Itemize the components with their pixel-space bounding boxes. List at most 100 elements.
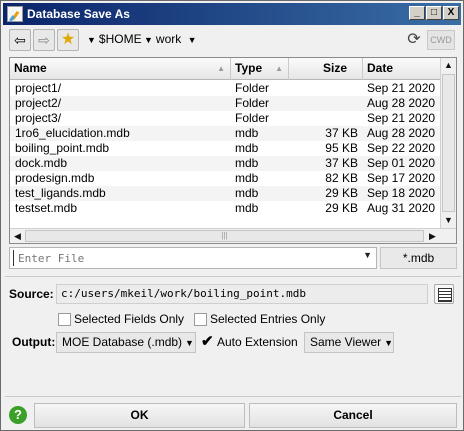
output-label: Output: [12,335,56,349]
cancel-button[interactable]: Cancel [249,403,457,428]
file-name: prodesign.mdb [15,171,95,185]
file-size: 29 KB [325,186,358,200]
file-size: 82 KB [325,171,358,185]
back-button[interactable]: ⇦ [9,29,31,51]
minimize-button[interactable]: _ [409,6,425,20]
file-name: dock.mdb [15,156,68,170]
help-icon: ? [14,407,22,422]
column-header-type[interactable]: Type ▲ [231,58,289,80]
file-name: project3/ [15,111,62,125]
horizontal-scrollbar[interactable]: ◀ ||| ▶ [10,228,456,243]
file-date: Sep 01 2020 [367,156,436,170]
file-type: Folder [235,111,270,125]
help-button[interactable]: ? [9,406,27,424]
scroll-down-arrow-icon[interactable]: ▼ [441,213,456,228]
file-row[interactable]: test_ligands.mdb mdb 29 KB Sep 18 2020 [10,186,440,201]
caret-down-icon: ▼ [185,338,194,348]
file-date: Sep 17 2020 [367,171,436,185]
vertical-scrollbar[interactable]: ▲ ▼ [440,58,456,228]
caret-down-icon: ▼ [187,35,197,45]
viewer-select[interactable]: Same Viewer ▼ [304,332,394,353]
file-type: mdb [235,186,259,200]
file-type: Folder [235,81,270,95]
ok-button[interactable]: OK [34,403,245,428]
refresh-icon: ⟳ [407,31,421,48]
horizontal-scroll-thumb[interactable]: ||| [25,230,424,242]
selected-entries-only-label[interactable]: Selected Entries Only [210,312,325,326]
selected-fields-only-checkbox[interactable] [58,313,71,326]
file-name: test_ligands.mdb [15,186,106,200]
breadcrumb-home[interactable]: ▼ $HOME [87,32,142,46]
favorites-button[interactable]: ★ [57,29,79,51]
scroll-up-arrow-icon[interactable]: ▲ [441,58,456,73]
file-type: mdb [235,126,259,140]
sort-icon: ▲ [217,64,225,73]
database-browse-icon[interactable] [434,284,454,304]
source-label: Source: [9,287,54,301]
file-date: Aug 28 2020 [367,96,436,110]
output-format-select[interactable]: MOE Database (.mdb) ▼ [56,332,196,353]
divider [5,396,461,397]
file-date: Aug 28 2020 [367,126,436,140]
close-button[interactable]: X [443,6,459,20]
file-date: Sep 18 2020 [367,186,436,200]
extension-filter-button[interactable]: *.mdb [380,247,457,269]
cwd-button[interactable]: CWD [427,30,455,50]
file-type: mdb [235,141,259,155]
source-path-field[interactable]: c:/users/mkeil/work/boiling_point.mdb [56,284,428,304]
file-row[interactable]: 1ro6_elucidation.mdb mdb 37 KB Aug 28 2020 [10,126,440,141]
file-rows: project1/Folder Sep 21 2020 project2/Folde… [10,81,440,216]
file-date: Sep 22 2020 [367,141,436,155]
refresh-button[interactable]: ⟳ [405,30,423,50]
divider [5,276,461,277]
title-bar[interactable]: Database Save As _ □ X [3,3,461,25]
arrow-left-icon: ⇦ [14,32,26,48]
file-size: 95 KB [325,141,358,155]
file-size: 37 KB [325,156,358,170]
scroll-left-arrow-icon[interactable]: ◀ [10,229,25,243]
scroll-right-arrow-icon[interactable]: ▶ [425,229,440,243]
breadcrumb-work[interactable]: ▼ work ▼ [144,32,200,46]
file-row[interactable]: dock.mdb mdb 37 KB Sep 01 2020 [10,156,440,171]
caret-down-icon[interactable]: ▼ [363,250,372,260]
column-header-name[interactable]: Name ▲ [10,58,231,80]
file-row[interactable]: boiling_point.mdb mdb 95 KB Sep 22 2020 [10,141,440,156]
arrow-right-icon: ⇨ [38,32,50,48]
file-type: Folder [235,96,270,110]
file-row[interactable]: testset.mdb mdb 29 KB Aug 31 2020 [10,201,440,216]
file-row[interactable]: project1/Folder Sep 21 2020 [10,81,440,96]
selected-entries-only-checkbox[interactable] [194,313,207,326]
sort-icon: ▲ [275,64,283,73]
filename-input[interactable] [13,250,353,266]
vertical-scroll-thumb[interactable] [442,74,455,212]
file-row[interactable]: prodesign.mdb mdb 82 KB Sep 17 2020 [10,171,440,186]
file-date: Aug 31 2020 [367,201,436,215]
file-list[interactable]: Name ▲ Type ▲ Size Date project1/Folder S… [9,57,457,244]
caret-down-icon: ▼ [144,35,153,45]
file-size: 29 KB [325,201,358,215]
selected-fields-only-label[interactable]: Selected Fields Only [74,312,184,326]
column-header-size[interactable]: Size [289,58,363,80]
file-name: boiling_point.mdb [15,141,110,155]
forward-button[interactable]: ⇨ [33,29,55,51]
app-icon [7,6,23,22]
maximize-button[interactable]: □ [426,6,442,20]
auto-extension-checkbox[interactable]: ✔ [201,334,214,350]
file-name: testset.mdb [15,201,78,215]
file-list-header: Name ▲ Type ▲ Size Date [10,58,440,80]
column-header-date[interactable]: Date [363,58,440,80]
file-type: mdb [235,201,259,215]
window-title: Database Save As [27,7,130,21]
filename-combo[interactable]: ▼ [9,247,377,269]
file-date: Sep 21 2020 [367,111,436,125]
file-row[interactable]: project3/Folder Sep 21 2020 [10,111,440,126]
caret-down-icon: ▼ [87,35,96,45]
caret-down-icon: ▼ [384,338,394,348]
file-type: mdb [235,156,259,170]
auto-extension-label[interactable]: Auto Extension [217,335,298,349]
file-name: project1/ [15,81,62,95]
database-save-as-dialog: Database Save As _ □ X ⇦ ⇨ ★ ▼ $HOME ▼ wor… [0,0,464,431]
file-row[interactable]: project2/Folder Aug 28 2020 [10,96,440,111]
file-date: Sep 21 2020 [367,81,436,95]
file-size: 37 KB [325,126,358,140]
